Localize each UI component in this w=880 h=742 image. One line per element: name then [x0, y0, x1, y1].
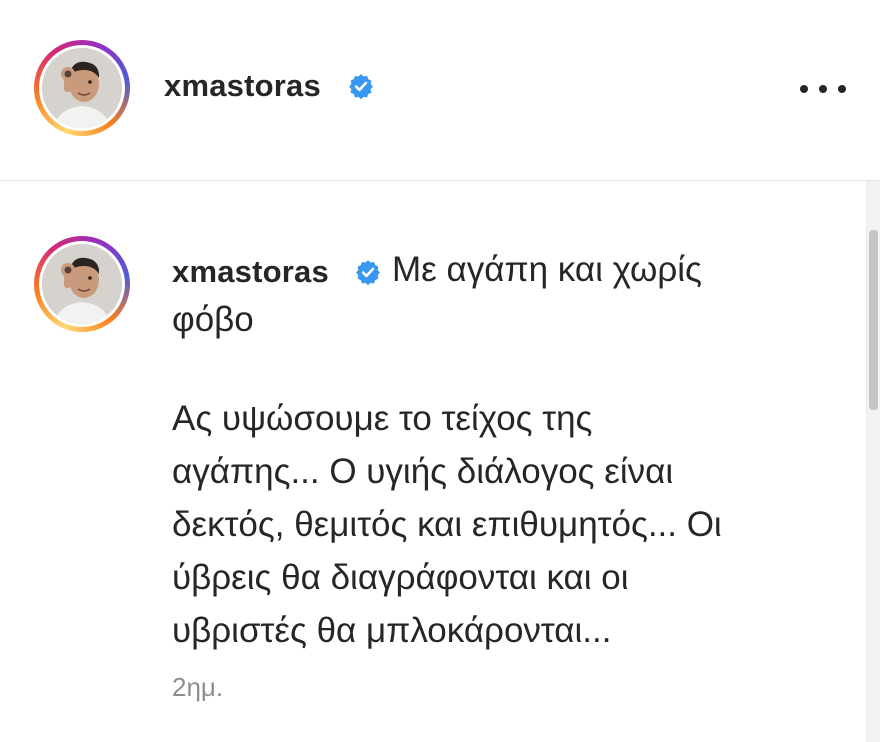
- caption-line-1: Με αγάπη και χωρίς: [392, 250, 702, 289]
- body-line: υβριστές θα μπλοκάρονται...: [172, 611, 612, 650]
- body-line: Ας υψώσουμε το τείχος της: [172, 399, 593, 438]
- header-username[interactable]: xmastoras: [164, 68, 321, 104]
- verified-badge-icon: [349, 74, 373, 99]
- comment-timestamp: 2ημ.: [172, 672, 224, 702]
- comment-username[interactable]: xmastoras: [172, 254, 329, 290]
- comment-body: Ας υψώσουμε το τείχος της αγάπης... Ο υγ…: [172, 392, 832, 657]
- more-options-icon[interactable]: [800, 76, 846, 102]
- comment-avatar[interactable]: [34, 236, 130, 332]
- avatar[interactable]: [34, 40, 130, 136]
- profile-photo: [42, 48, 122, 128]
- body-line: δεκτός, θεμιτός και επιθυμητός... Οι: [172, 505, 722, 544]
- verified-badge-icon: [356, 260, 380, 285]
- caption-line-2: φόβο: [172, 300, 254, 339]
- profile-photo: [42, 244, 122, 324]
- scrollbar-thumb[interactable]: [869, 230, 878, 410]
- post-header: xmastoras: [0, 0, 880, 180]
- body-line: αγάπης... Ο υγιής διάλογος είναι: [172, 452, 674, 491]
- body-line: ύβρεις θα διαγράφονται και οι: [172, 558, 629, 597]
